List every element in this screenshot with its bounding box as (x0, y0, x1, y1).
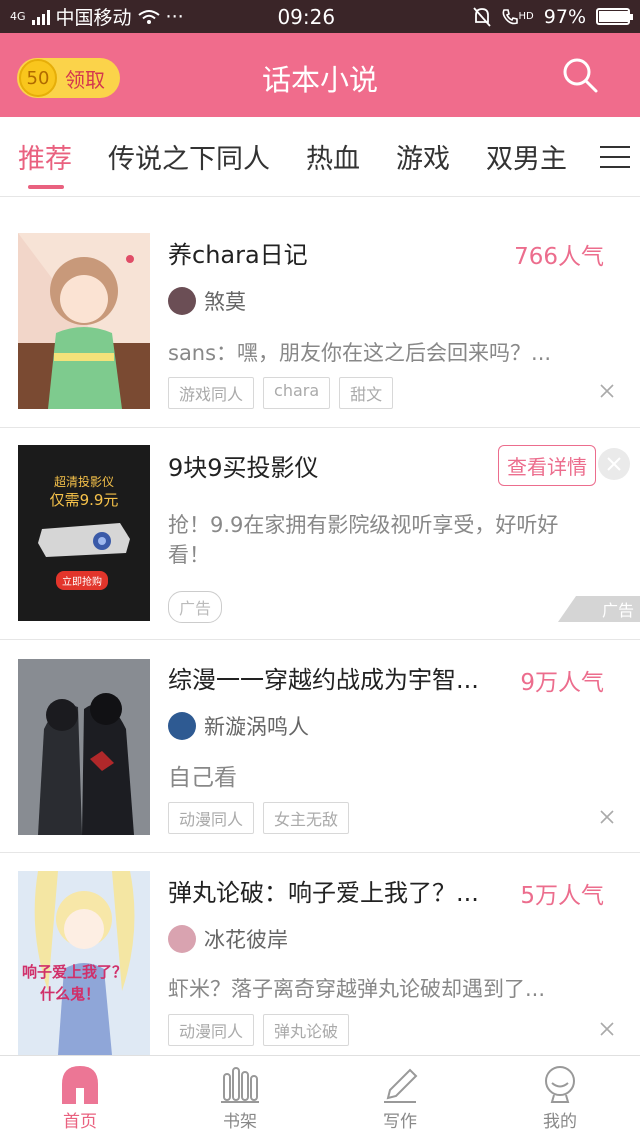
app-bar: 50 领取 话本小说 (0, 33, 640, 117)
author-name: 煞莫 (204, 290, 246, 314)
story-cover (18, 233, 150, 409)
tab-recommend[interactable]: 推荐 (18, 137, 72, 189)
close-icon[interactable] (600, 384, 614, 398)
tag[interactable]: 女主无敌 (263, 802, 350, 834)
tag[interactable]: 动漫同人 (168, 1014, 255, 1046)
nav-label: 我的 (543, 1112, 577, 1132)
search-icon[interactable] (560, 55, 600, 95)
story-card[interactable]: 综漫一一穿越约战成为宇智... 9万人气 新漩涡鸣人 自己看 动漫同人 女主无敌 (0, 640, 640, 853)
ad-cover: 超清投影仪 仅需9.9元 立即抢购 (18, 445, 150, 621)
story-cover: 响子爱上我了？ 什么鬼！ (18, 871, 150, 1055)
tag[interactable]: chara (263, 377, 331, 409)
phone-hd-icon (502, 8, 518, 24)
author[interactable]: 新漩涡鸣人 (168, 711, 309, 741)
tag[interactable]: 动漫同人 (168, 802, 255, 834)
more-dots: ··· (165, 5, 184, 28)
nav-label: 写作 (383, 1112, 417, 1132)
battery-percent: 97% (543, 5, 586, 28)
projector-image (38, 523, 130, 557)
bottom-nav: 首页 书架 写作 我的 (0, 1055, 640, 1138)
tab-games[interactable]: 游戏 (396, 137, 450, 176)
story-card[interactable]: 养chara日记 766人气 煞莫 sans：嘿，朋友你在这之后会回来吗？...… (0, 197, 640, 428)
popularity: 5万人气 (520, 883, 604, 909)
close-icon[interactable] (600, 810, 614, 824)
profile-icon (545, 1066, 575, 1103)
nav-label: 书架 (223, 1112, 257, 1132)
home-icon (62, 1066, 98, 1104)
ad-desc-line: 抢！9.9在家拥有影院级视听享受，好听好 (168, 513, 559, 537)
close-icon (607, 457, 621, 471)
story-desc: sans：嘿，朋友你在这之后会回来吗？... (168, 341, 552, 365)
view-details-button[interactable]: 查看详情 (498, 445, 596, 486)
tag[interactable]: 弹丸论破 (263, 1014, 350, 1046)
tab-undertale-fanfic[interactable]: 传说之下同人 (108, 137, 270, 176)
nav-profile[interactable]: 我的 (480, 1056, 640, 1138)
author-name: 冰花彼岸 (204, 928, 288, 952)
battery-icon (596, 8, 633, 25)
story-desc: 自己看 (168, 765, 237, 791)
author-name: 新漩涡鸣人 (204, 715, 309, 739)
ad-cover-price: 仅需9.9元 (49, 491, 119, 509)
tag[interactable]: 甜文 (339, 377, 394, 409)
wifi-icon (137, 9, 160, 24)
ad-cover-button: 立即抢购 (56, 571, 108, 590)
menu-icon[interactable] (600, 146, 630, 170)
avatar (168, 712, 196, 740)
story-title: 综漫一一穿越约战成为宇智... (168, 666, 479, 694)
close-icon[interactable] (600, 1022, 614, 1036)
status-bar: 4G 中国移动 ··· 09:26 HD 97% (0, 0, 640, 33)
cover-text: 什么鬼！ (40, 985, 101, 1003)
cover-text: 响子爱上我了？ (22, 963, 128, 981)
ad-close-button[interactable] (598, 448, 630, 480)
signal-icon (31, 9, 50, 25)
author[interactable]: 煞莫 (168, 286, 246, 316)
nav-home[interactable]: 首页 (0, 1056, 160, 1138)
avatar (168, 925, 196, 953)
story-title: 养chara日记 (168, 241, 308, 269)
nav-label: 首页 (63, 1112, 97, 1132)
ad-cover-title: 超清投影仪 (53, 475, 114, 489)
ad-badge: 广告 (168, 591, 223, 623)
story-desc: 虾米？落子离奇穿越弹丸论破却遇到了... (168, 977, 546, 1001)
popularity: 766人气 (514, 244, 604, 270)
story-title: 弹丸论破：响子爱上我了？... (168, 879, 479, 907)
hd-label: HD (518, 11, 534, 22)
nav-write[interactable]: 写作 (320, 1056, 480, 1138)
bell-off-icon (472, 6, 491, 27)
nav-bookshelf[interactable]: 书架 (160, 1056, 320, 1138)
clock: 09:26 (277, 4, 336, 29)
popularity: 9万人气 (520, 670, 604, 696)
story-card[interactable]: 响子爱上我了？ 什么鬼！ 弹丸论破：响子爱上我了？... 5万人气 冰花彼岸 虾… (0, 853, 640, 1055)
ad-title: 9块9买投影仪 (168, 454, 319, 482)
tab-bl[interactable]: 双男主 (486, 137, 567, 176)
carrier-name: 中国移动 (55, 7, 132, 29)
story-cover (18, 659, 150, 835)
ad-desc-line: 看！ (168, 543, 210, 567)
pen-icon (384, 1068, 418, 1103)
bookshelf-icon (221, 1067, 259, 1103)
app-title: 话本小说 (261, 63, 378, 97)
author[interactable]: 冰花彼岸 (168, 924, 288, 954)
network-type: 4G (10, 10, 26, 23)
ad-corner-text: 广告 (601, 601, 634, 620)
tab-hot-blood[interactable]: 热血 (306, 137, 360, 176)
category-tabs: 推荐 传说之下同人 热血 游戏 双男主 (0, 117, 640, 197)
avatar (168, 287, 196, 315)
tag[interactable]: 游戏同人 (168, 377, 255, 409)
